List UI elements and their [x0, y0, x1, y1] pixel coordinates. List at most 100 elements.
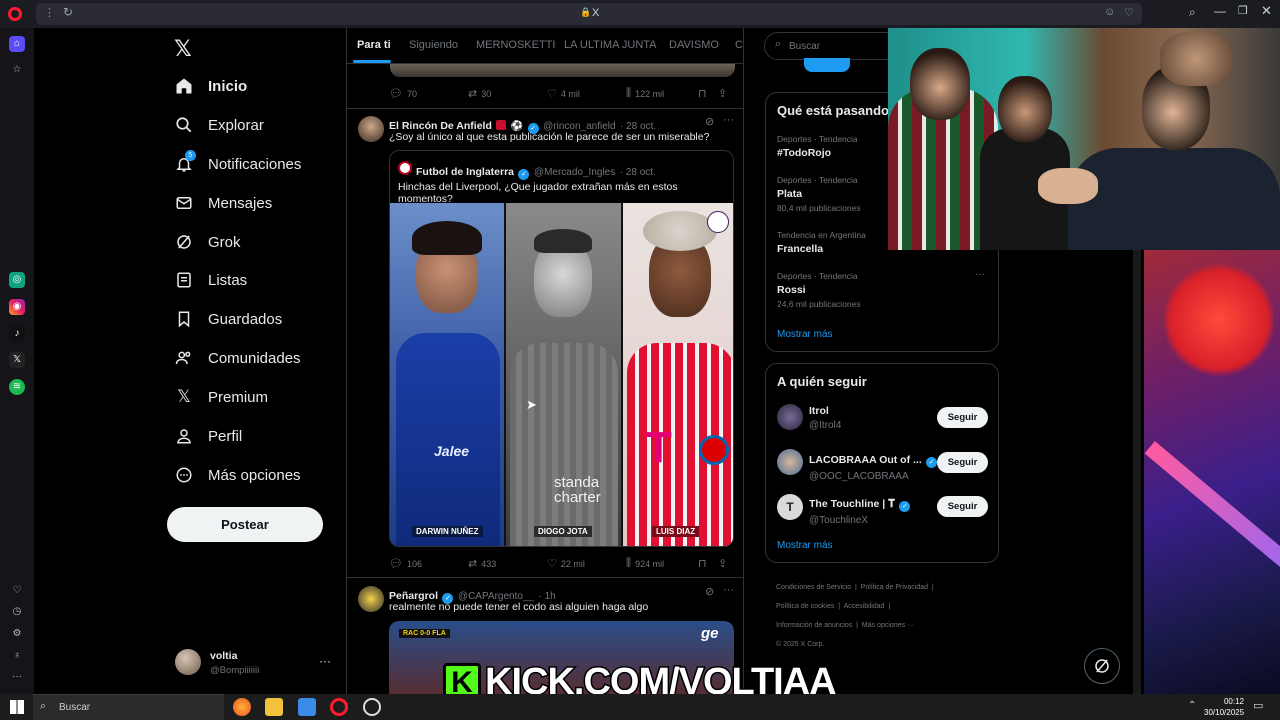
nav-perfil[interactable]: Perfil [174, 422, 242, 450]
reply-button[interactable]: 💬︎ 106 [389, 557, 468, 570]
grok-fab-button[interactable] [1084, 648, 1120, 684]
lightbulb-icon[interactable]: ♁ [9, 648, 25, 664]
more-dots-icon[interactable]: ··· [9, 669, 25, 685]
nav-grok[interactable]: Grok [174, 228, 241, 256]
avatar[interactable]: T [777, 494, 803, 520]
views-button[interactable]: ⫼ 122 mil [626, 87, 698, 100]
star-icon[interactable]: ☆ [9, 62, 25, 78]
instagram-icon[interactable]: ◉ [9, 299, 25, 315]
post-button[interactable]: Postear [167, 507, 323, 542]
address-bar[interactable]: ⋮ ↻ 🔒 X ☺ ♡ [36, 3, 1142, 25]
close-icon[interactable]: ✕ [1261, 3, 1272, 19]
retweet-button[interactable]: ⇄ 30 [468, 87, 547, 100]
footer-link[interactable]: Más opciones ··· [862, 622, 914, 629]
grok-icon[interactable]: ⊘ [705, 585, 714, 598]
opera-logo-icon[interactable] [8, 7, 22, 21]
nav-guardados[interactable]: Guardados [174, 305, 282, 333]
store-icon[interactable] [298, 698, 316, 716]
nav-mensajes[interactable]: Mensajes [174, 189, 272, 217]
tab-siguiendo[interactable]: Siguiendo [409, 39, 458, 51]
footer-link[interactable]: Condiciones de Servicio [776, 584, 851, 591]
avatar[interactable] [358, 586, 384, 612]
like-button[interactable]: ♡ 22 mil [547, 557, 626, 570]
share-icon[interactable]: ⇪ [718, 87, 727, 100]
settings-icon[interactable]: ⚙ [9, 626, 25, 642]
tab-davismo[interactable]: DAVISMO [669, 39, 719, 51]
trend-more-icon[interactable]: ··· [975, 269, 985, 280]
footer-link[interactable]: Accesibilidad [844, 603, 885, 610]
nav-explorar[interactable]: Explorar [174, 111, 264, 139]
footer-link[interactable]: Política de cookies [776, 603, 834, 610]
tab-la-ultima-junta[interactable]: LA ULTIMA JUNTA [564, 39, 657, 51]
footer-link[interactable]: Política de Privacidad [861, 584, 928, 591]
taskbar-search[interactable]: ⌕ Buscar [33, 694, 224, 720]
bookmark-heart-icon[interactable]: ♡ [1124, 6, 1134, 19]
more-options-icon[interactable]: ··· [723, 114, 734, 126]
trend-item[interactable]: Deportes · Tendencia #TodoRojo [777, 134, 858, 159]
follow-button[interactable]: Seguir [937, 407, 988, 428]
nav-premium[interactable]: 𝕏 Premium [174, 383, 268, 411]
trends-show-more[interactable]: Mostrar más [777, 329, 833, 340]
menu-dots-icon[interactable]: ⋮ [44, 6, 55, 19]
avatar[interactable] [777, 449, 803, 475]
chatgpt-icon[interactable]: ◎ [9, 272, 25, 288]
file-explorer-icon[interactable] [265, 698, 283, 716]
x-logo-icon[interactable]: 𝕏 [174, 36, 192, 62]
notification-center-icon[interactable]: ▭ [1253, 699, 1263, 712]
nav-mas-opciones[interactable]: Más opciones [174, 461, 301, 489]
bookmark-icon[interactable]: ⊓ [698, 87, 718, 100]
heart-icon[interactable]: ♡ [9, 583, 25, 599]
views-button[interactable]: ⫼ 924 mil [626, 557, 698, 570]
reload-icon[interactable]: ↻ [63, 5, 73, 19]
list-icon [174, 270, 194, 290]
heart-icon: ♡ [547, 88, 557, 100]
follow-user[interactable]: The Touchline | 𝐓 ✓ @TouchlineX [809, 494, 911, 526]
avatar[interactable] [777, 404, 803, 430]
history-icon[interactable]: ◷ [9, 604, 25, 620]
follow-button[interactable]: Seguir [937, 496, 988, 517]
windows-start-icon[interactable] [10, 700, 24, 714]
reply-button[interactable]: 💬︎ 70 [389, 87, 468, 100]
footer-link[interactable]: Información de anuncios [776, 622, 852, 629]
nav-listas[interactable]: Listas [174, 266, 247, 294]
nav-inicio[interactable]: Inicio [174, 72, 247, 100]
firefox-icon[interactable] [233, 698, 251, 716]
like-button[interactable]: ♡ 4 mil [547, 87, 626, 100]
quote-image[interactable]: Jalee standa charter T DARWIN NUÑEZ DIOG… [390, 203, 733, 546]
bookmark-icon[interactable]: ⊓ [698, 557, 718, 570]
nav-comunidades[interactable]: Comunidades [174, 344, 301, 372]
nav-notificaciones[interactable]: 5 Notificaciones [174, 150, 301, 178]
opera-taskbar-icon[interactable] [330, 698, 348, 716]
trend-item[interactable]: Tendencia en Argentina Francella [777, 230, 866, 255]
avatar[interactable] [358, 116, 384, 142]
trend-item[interactable]: Deportes · Tendencia Plata 80,4 mil public… [777, 175, 861, 213]
x-app-icon[interactable]: 𝕏 [9, 352, 25, 368]
follow-user[interactable]: Itrol @Itrol4 [809, 405, 841, 431]
tab-para-ti[interactable]: Para ti [357, 39, 391, 51]
taskbar-clock[interactable]: 00:12 30/10/2025 [1204, 696, 1244, 718]
account-more-icon[interactable]: ··· [319, 654, 331, 668]
tray-chevron-icon[interactable]: ⌃ [1188, 700, 1196, 711]
retweet-button[interactable]: ⇄ 433 [468, 557, 547, 570]
minimize-icon[interactable]: — [1214, 4, 1226, 18]
home-icon[interactable]: ⌂ [9, 36, 25, 52]
more-options-icon[interactable]: ··· [723, 584, 734, 596]
maximize-icon[interactable]: ❐ [1238, 4, 1248, 17]
previous-tweet-image[interactable] [390, 64, 735, 77]
follow-user[interactable]: LACOBRAAA Out of ... ✓ @OOC_LACOBRAAA [809, 450, 938, 482]
follow-button[interactable]: Seguir [937, 452, 988, 473]
emoji-icon[interactable]: ☺ [1104, 6, 1115, 18]
obs-icon[interactable] [363, 698, 381, 716]
tab-mernosketti[interactable]: MERNOSKETTI [476, 39, 555, 51]
grok-icon[interactable]: ⊘ [705, 115, 714, 128]
tab-more[interactable]: Co [735, 39, 743, 51]
trend-item[interactable]: Deportes · Tendencia Rossi 24,6 mil public… [777, 271, 861, 309]
spotify-icon[interactable]: ≋ [9, 379, 25, 395]
tiktok-icon[interactable]: ♪ [9, 326, 25, 342]
avatar[interactable] [175, 649, 201, 675]
follow-show-more[interactable]: Mostrar más [777, 540, 833, 551]
share-icon[interactable]: ⇪ [718, 557, 727, 570]
subscribe-button[interactable] [804, 58, 850, 72]
search-icon[interactable]: ⌕ [1189, 5, 1196, 20]
quote-tweet[interactable]: Futbol de Inglaterra ✓ @Mercado_Ingles ·… [389, 150, 734, 547]
